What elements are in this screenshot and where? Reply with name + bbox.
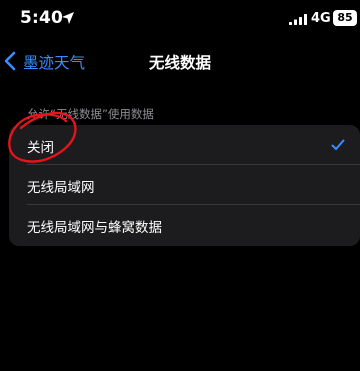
- navigation-bar: 墨迹天气 无线数据: [0, 38, 360, 84]
- section-header: 允许“无线数据”使用数据: [27, 107, 154, 121]
- option-wlan-and-cellular[interactable]: 无线局域网与蜂窝数据: [9, 205, 360, 245]
- options-list: 关闭 无线局域网 无线局域网与蜂窝数据: [9, 125, 360, 246]
- option-label: 关闭: [27, 140, 54, 156]
- status-time: 5:40: [20, 8, 64, 28]
- option-wlan[interactable]: 无线局域网: [9, 165, 360, 205]
- checkmark-icon: [331, 139, 345, 150]
- status-bar: 5:40 4G 85: [0, 0, 360, 38]
- network-type: 4G: [311, 11, 331, 26]
- location-arrow-icon: [62, 12, 74, 24]
- page-title: 无线数据: [148, 54, 211, 72]
- battery-icon: 85: [333, 10, 357, 26]
- option-label: 无线局域网与蜂窝数据: [27, 220, 162, 236]
- battery-percent: 85: [337, 11, 353, 24]
- cellular-signal-icon: [289, 14, 307, 25]
- option-off[interactable]: 关闭: [9, 125, 360, 165]
- option-label: 无线局域网: [27, 180, 95, 196]
